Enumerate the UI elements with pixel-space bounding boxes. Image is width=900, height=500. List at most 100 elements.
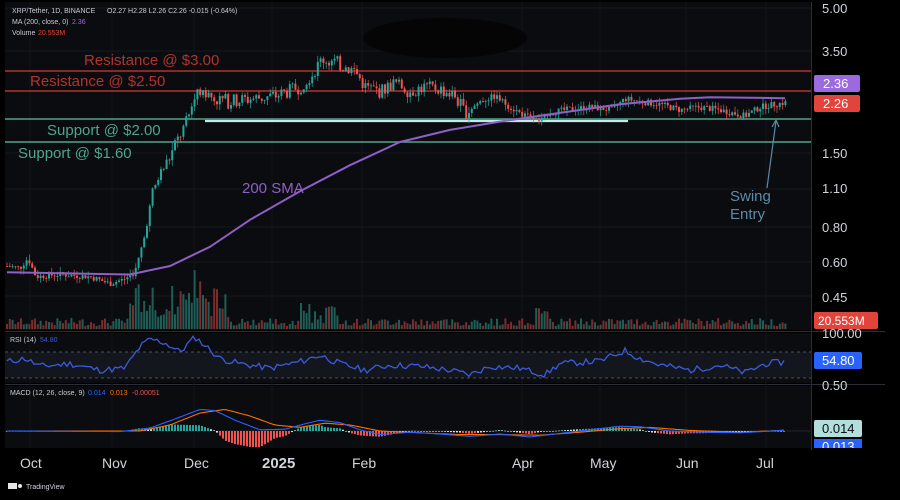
candle-body — [25, 260, 28, 266]
volume-bar — [496, 318, 498, 329]
volume-legend-value: 20.553M — [38, 30, 65, 37]
volume-bar — [358, 325, 361, 329]
candle-body — [6, 266, 8, 267]
volume-bar — [168, 310, 171, 329]
macd-histogram-bar — [576, 429, 578, 431]
volume-bar — [465, 322, 468, 329]
macd-histogram-bar — [255, 431, 257, 448]
macd-histogram-bar — [312, 425, 314, 431]
macd-histogram-bar — [540, 431, 542, 432]
candle-body — [608, 106, 610, 111]
macd-histogram-bar — [570, 429, 572, 431]
volume-bar — [392, 324, 395, 329]
macd-histogram-bar — [330, 427, 332, 431]
volume-bar — [109, 325, 112, 329]
volume-bar — [258, 322, 260, 329]
volume-bar — [25, 323, 28, 329]
volume-bar — [689, 320, 692, 329]
macd-histogram-bar — [294, 430, 296, 431]
candle-body — [370, 85, 372, 87]
candle-body — [101, 279, 104, 281]
candle-body — [440, 86, 442, 94]
chart-canvas[interactable]: Resistance @ $3.00 Resistance @ $2.50 Su… — [0, 0, 900, 500]
volume-bar — [409, 324, 412, 329]
volume-bar — [650, 325, 652, 329]
candle-body — [224, 94, 227, 99]
macd-top-tick: 0.50 — [822, 378, 847, 393]
macd-histogram-bar — [780, 431, 782, 432]
candle-body — [112, 284, 115, 286]
volume-bar — [725, 322, 728, 329]
candle-body — [479, 101, 482, 104]
volume-bar — [106, 323, 109, 329]
candle-body — [20, 266, 22, 269]
candle-body — [459, 99, 462, 106]
macd-histogram-bar — [561, 430, 563, 431]
volume-bar — [524, 325, 526, 329]
volume-bar — [521, 318, 524, 329]
macd-histogram-bar — [525, 431, 527, 434]
candle-body — [294, 83, 297, 90]
volume-bar — [426, 320, 428, 329]
macd-histogram-bar — [219, 431, 221, 436]
candle-body — [17, 266, 20, 268]
volume-bar — [305, 313, 308, 329]
macd-histogram-bar — [216, 431, 218, 433]
candle-body — [255, 95, 258, 99]
volume-bar — [602, 320, 605, 329]
candle-body — [134, 267, 137, 277]
rsi-top-tick: 100.00 — [822, 326, 862, 341]
volume-bar — [700, 320, 703, 329]
candle-body — [333, 58, 336, 61]
volume-bar — [132, 305, 134, 329]
volume-bar — [207, 301, 210, 329]
volume-bar — [115, 318, 118, 329]
candle-body — [764, 103, 767, 110]
candle-body — [339, 56, 342, 71]
candle-body — [644, 103, 647, 106]
macd-histogram-bar — [489, 431, 491, 432]
macd-histogram-bar — [351, 431, 353, 434]
macd-histogram-bar — [237, 431, 239, 445]
volume-bar — [330, 306, 333, 329]
candle-body — [188, 114, 190, 117]
candle-body — [182, 125, 185, 137]
candle-body — [493, 94, 496, 99]
volume-bar — [552, 321, 554, 329]
macd-histogram-bar — [360, 431, 362, 436]
rsi-value-badge-text: 54.80 — [822, 353, 855, 368]
candle-body — [445, 93, 448, 97]
candle-body — [381, 84, 384, 98]
volume-bar — [174, 314, 176, 329]
macd-histogram-bar — [177, 424, 179, 431]
candle-body — [300, 92, 302, 95]
volume-bar — [17, 322, 20, 329]
macd-histogram-bar — [282, 431, 284, 437]
candle-body — [431, 81, 434, 85]
volume-bar — [652, 321, 655, 329]
volume-bar — [372, 325, 375, 329]
volume-bar — [445, 319, 448, 329]
candle-body — [538, 119, 540, 122]
macd-histogram-bar — [564, 430, 566, 431]
candle-body — [123, 278, 126, 280]
volume-bar — [294, 324, 297, 329]
volume-bar — [647, 324, 650, 329]
macd-histogram-bar — [546, 431, 548, 432]
volume-bar — [333, 307, 336, 329]
volume-bar — [613, 324, 616, 329]
volume-bar — [739, 325, 742, 329]
candle-body — [361, 78, 364, 88]
time-tick: May — [590, 455, 616, 471]
volume-bar — [678, 318, 680, 329]
candle-body — [286, 90, 288, 98]
volume-bar — [8, 318, 11, 329]
volume-bar — [221, 308, 224, 329]
candle-body — [496, 95, 498, 99]
candle-body — [498, 95, 501, 101]
volume-bar — [204, 298, 207, 329]
volume-bar — [232, 325, 235, 329]
macd-legend-v1: 0.014 — [88, 390, 106, 397]
macd-histogram-bar — [648, 431, 650, 432]
candle-body — [389, 82, 392, 91]
